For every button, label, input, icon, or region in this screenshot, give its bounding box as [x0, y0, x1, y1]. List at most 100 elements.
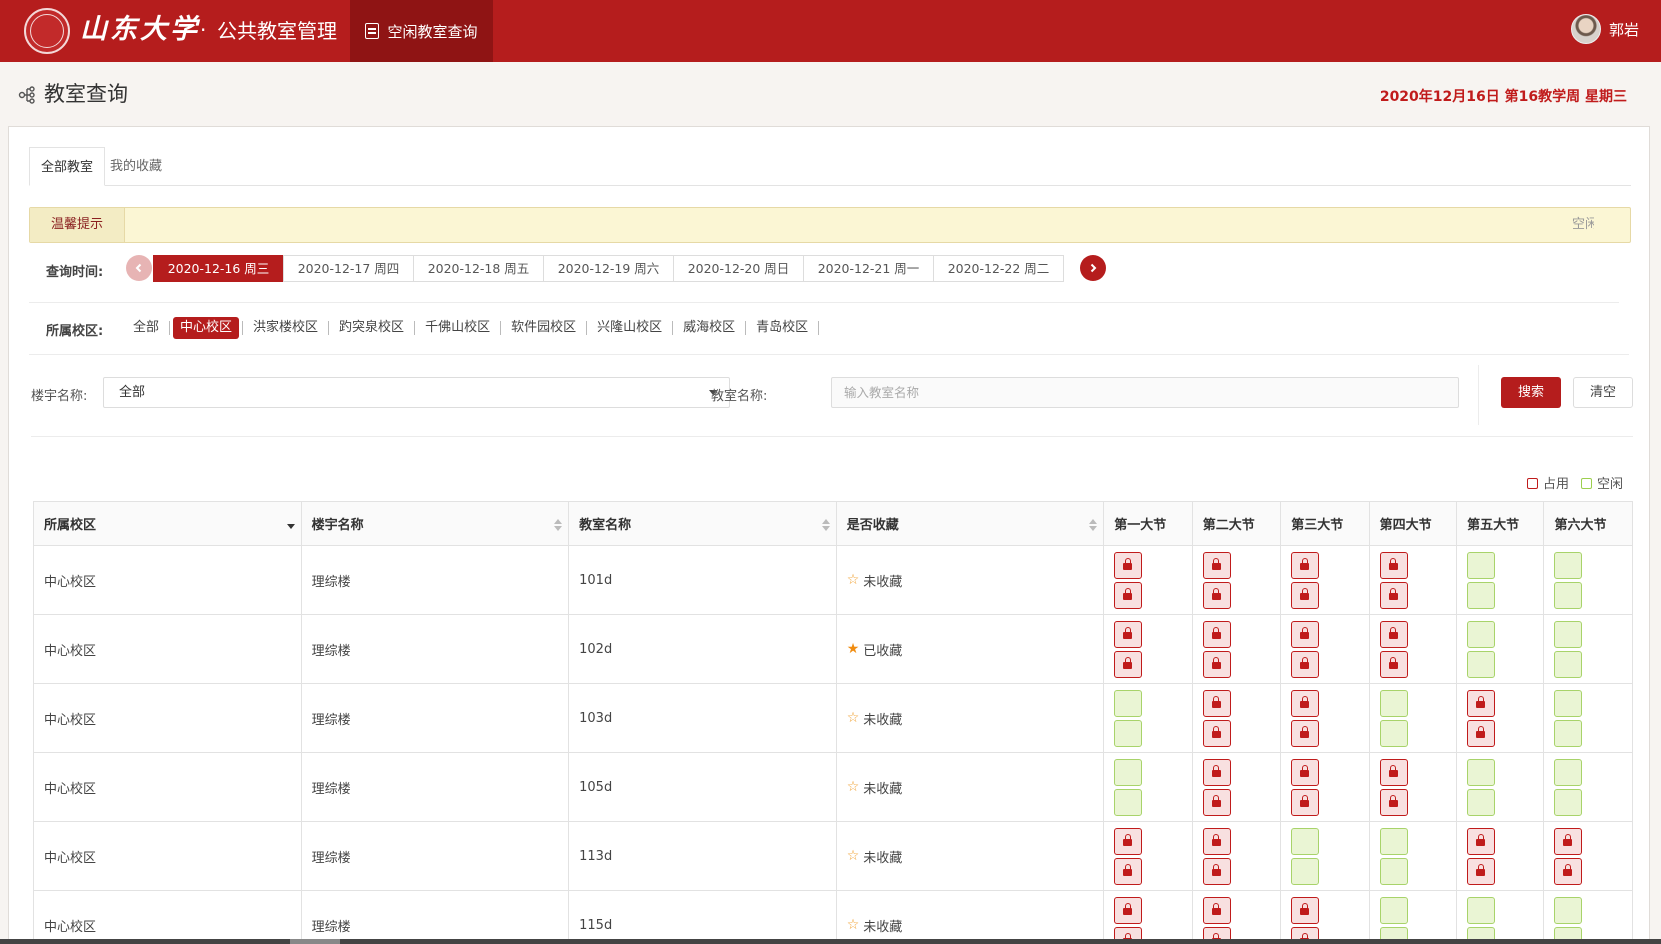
date-option[interactable]: 2020-12-19 周六	[543, 255, 674, 282]
free-slot[interactable]	[1554, 620, 1583, 648]
free-slot[interactable]	[1379, 719, 1408, 747]
occupied-slot[interactable]	[1379, 551, 1408, 579]
free-slot[interactable]	[1467, 551, 1496, 579]
date-option[interactable]: 2020-12-16 周三	[153, 255, 284, 282]
campus-option[interactable]: 兴隆山校区	[590, 317, 669, 339]
user-menu[interactable]: 郭岩	[1570, 14, 1639, 44]
free-slot[interactable]	[1379, 896, 1408, 924]
occupied-slot[interactable]	[1202, 857, 1231, 885]
free-slot[interactable]	[1467, 620, 1496, 648]
free-slot[interactable]	[1379, 827, 1408, 855]
date-option[interactable]: 2020-12-22 周二	[933, 255, 1064, 282]
header-campus[interactable]: 所属校区	[33, 501, 302, 546]
header-room[interactable]: 教室名称	[568, 501, 837, 546]
occupied-slot[interactable]	[1114, 827, 1143, 855]
favorite-toggle[interactable]: ☆ 未收藏	[847, 847, 903, 866]
free-slot[interactable]	[1114, 689, 1143, 717]
occupied-slot[interactable]	[1291, 650, 1320, 678]
occupied-slot[interactable]	[1291, 620, 1320, 648]
campus-option[interactable]: 全部	[126, 317, 166, 339]
free-slot[interactable]	[1554, 719, 1583, 747]
free-slot[interactable]	[1467, 758, 1496, 786]
occupied-slot[interactable]	[1114, 857, 1143, 885]
free-slot[interactable]	[1554, 551, 1583, 579]
free-slot[interactable]	[1467, 650, 1496, 678]
free-slot[interactable]	[1114, 758, 1143, 786]
occupied-slot[interactable]	[1291, 689, 1320, 717]
occupied-slot[interactable]	[1291, 719, 1320, 747]
occupied-slot[interactable]	[1379, 758, 1408, 786]
campus-option[interactable]: 洪家楼校区	[246, 317, 325, 339]
occupied-slot[interactable]	[1114, 581, 1143, 609]
free-slot[interactable]	[1554, 689, 1583, 717]
horizontal-scrollbar[interactable]	[0, 939, 1661, 944]
campus-option[interactable]: 软件园校区	[504, 317, 583, 339]
occupied-slot[interactable]	[1114, 896, 1143, 924]
tab-my-favorites[interactable]: 我的收藏	[99, 147, 173, 186]
favorite-toggle[interactable]: ☆ 未收藏	[847, 916, 903, 935]
free-slot[interactable]	[1554, 896, 1583, 924]
occupied-slot[interactable]	[1202, 689, 1231, 717]
occupied-slot[interactable]	[1202, 896, 1231, 924]
campus-option[interactable]: 千佛山校区	[418, 317, 497, 339]
occupied-slot[interactable]	[1291, 896, 1320, 924]
free-slot[interactable]	[1554, 788, 1583, 816]
building-select[interactable]: 全部	[103, 377, 730, 408]
occupied-slot[interactable]	[1202, 620, 1231, 648]
free-slot[interactable]	[1467, 581, 1496, 609]
favorite-toggle[interactable]: ☆ 未收藏	[847, 709, 903, 728]
favorite-toggle[interactable]: ☆ 未收藏	[847, 571, 903, 590]
campus-option[interactable]: 青岛校区	[749, 317, 815, 339]
campus-option[interactable]: 趵突泉校区	[332, 317, 411, 339]
occupied-slot[interactable]	[1554, 857, 1583, 885]
date-option[interactable]: 2020-12-17 周四	[283, 255, 414, 282]
free-slot[interactable]	[1554, 758, 1583, 786]
occupied-slot[interactable]	[1379, 581, 1408, 609]
occupied-slot[interactable]	[1202, 581, 1231, 609]
nav-free-classroom-query[interactable]: 空闲教室查询	[350, 0, 493, 62]
free-slot[interactable]	[1114, 719, 1143, 747]
free-slot[interactable]	[1554, 650, 1583, 678]
date-option[interactable]: 2020-12-21 周一	[803, 255, 934, 282]
room-name-input[interactable]	[831, 377, 1459, 408]
scrollbar-thumb[interactable]	[290, 939, 340, 944]
search-button[interactable]: 搜索	[1501, 377, 1561, 408]
occupied-slot[interactable]	[1467, 719, 1496, 747]
free-slot[interactable]	[1379, 689, 1408, 717]
occupied-slot[interactable]	[1202, 719, 1231, 747]
tab-all-classrooms[interactable]: 全部教室	[29, 147, 106, 186]
occupied-slot[interactable]	[1379, 620, 1408, 648]
occupied-slot[interactable]	[1379, 788, 1408, 816]
header-building[interactable]: 楼宇名称	[300, 501, 570, 546]
occupied-slot[interactable]	[1291, 581, 1320, 609]
occupied-slot[interactable]	[1114, 620, 1143, 648]
occupied-slot[interactable]	[1554, 827, 1583, 855]
occupied-slot[interactable]	[1202, 551, 1231, 579]
date-option[interactable]: 2020-12-20 周日	[673, 255, 804, 282]
date-option[interactable]: 2020-12-18 周五	[413, 255, 544, 282]
free-slot[interactable]	[1554, 581, 1583, 609]
occupied-slot[interactable]	[1202, 758, 1231, 786]
free-slot[interactable]	[1467, 896, 1496, 924]
occupied-slot[interactable]	[1379, 650, 1408, 678]
free-slot[interactable]	[1291, 857, 1320, 885]
free-slot[interactable]	[1114, 788, 1143, 816]
occupied-slot[interactable]	[1467, 827, 1496, 855]
occupied-slot[interactable]	[1291, 758, 1320, 786]
campus-option[interactable]: 中心校区	[173, 317, 240, 339]
occupied-slot[interactable]	[1202, 788, 1231, 816]
occupied-slot[interactable]	[1114, 650, 1143, 678]
free-slot[interactable]	[1467, 788, 1496, 816]
favorite-toggle[interactable]: ☆ 未收藏	[847, 778, 903, 797]
campus-option[interactable]: 威海校区	[676, 317, 742, 339]
occupied-slot[interactable]	[1202, 650, 1231, 678]
occupied-slot[interactable]	[1291, 788, 1320, 816]
free-slot[interactable]	[1379, 857, 1408, 885]
occupied-slot[interactable]	[1114, 551, 1143, 579]
header-favorite[interactable]: 是否收藏	[835, 501, 1105, 546]
occupied-slot[interactable]	[1291, 551, 1320, 579]
occupied-slot[interactable]	[1467, 857, 1496, 885]
clear-button[interactable]: 清空	[1573, 377, 1633, 408]
prev-date-button[interactable]	[126, 255, 152, 281]
free-slot[interactable]	[1291, 827, 1320, 855]
